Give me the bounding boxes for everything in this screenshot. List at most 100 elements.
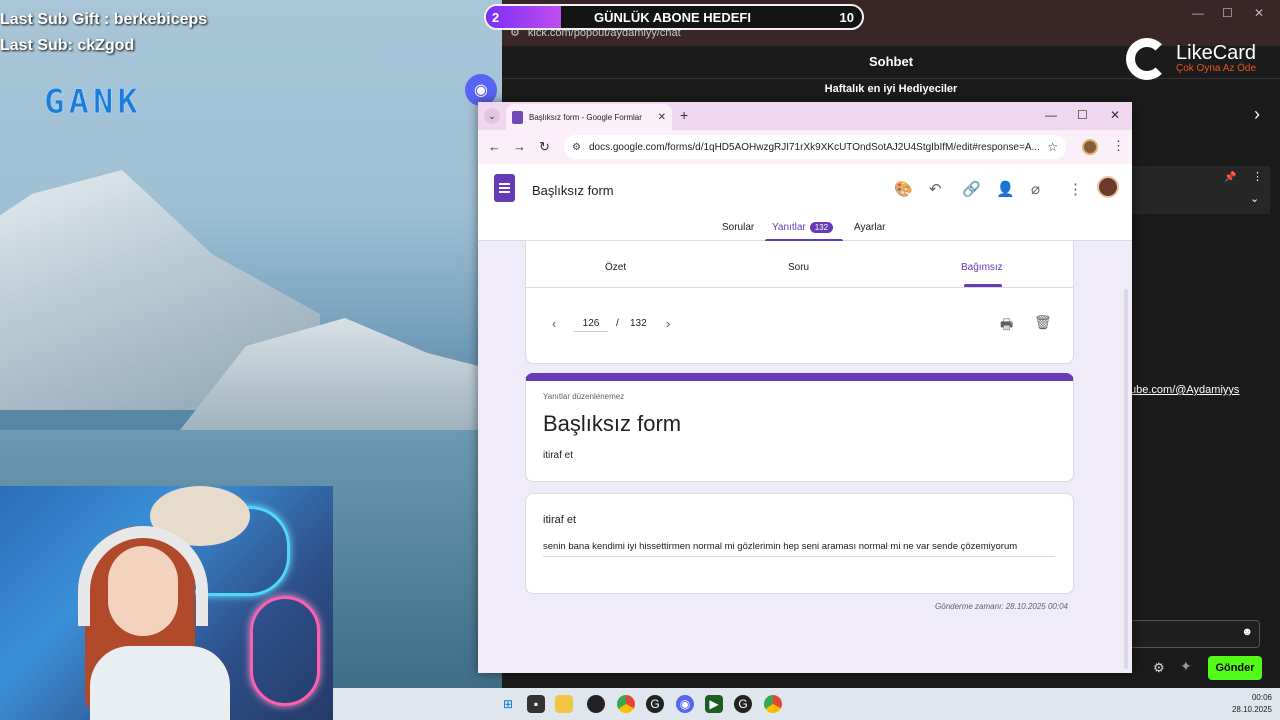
more-icon[interactable]: ⋮ — [1068, 180, 1083, 198]
tab-settings[interactable]: Ayarlar — [854, 222, 886, 233]
form-title-card: Yanıtlar düzenlenemez Başlıksız form iti… — [525, 373, 1074, 482]
taskbar: ⊞ ▪ G ◉ ▶ G 00:06 28.10.2025 — [333, 688, 1280, 720]
more-icon[interactable]: ⋮ — [1252, 170, 1263, 183]
tab-summary[interactable]: Özet — [605, 262, 626, 273]
site-info-icon[interactable]: ⚙ — [572, 142, 581, 153]
question-title: itiraf et — [543, 514, 577, 526]
print-icon[interactable]: 🖶 — [1000, 314, 1013, 338]
close-icon[interactable]: ✕ — [1110, 108, 1120, 122]
scrollbar[interactable] — [1124, 289, 1128, 669]
clock-time: 00:06 — [1251, 693, 1272, 702]
app-g-icon[interactable]: G — [646, 695, 664, 713]
no-edit-note: Yanıtlar düzenlenemez — [543, 392, 625, 401]
new-tab-icon[interactable]: + — [680, 107, 688, 123]
tab-responses[interactable]: Yanıtlar 132 — [772, 222, 834, 234]
subscriber-goal-banner: 2 GÜNLÜK ABONE HEDEFI 10 — [484, 4, 864, 30]
publish-icon[interactable]: ⌀ — [1031, 180, 1040, 198]
form-name[interactable]: Başlıksız form — [532, 183, 614, 198]
reload-icon[interactable]: ↻ — [539, 139, 550, 155]
weekly-gifters-title: Haftalık en iyi Hediyeciler — [824, 83, 958, 95]
likecard-tagline: Çok Oyna Az Öde — [1176, 63, 1257, 74]
close-icon[interactable]: ✕ — [658, 112, 666, 123]
url-bar[interactable]: ⚙ docs.google.com/forms/d/1qHD5AOHwzgRJI… — [564, 135, 1066, 159]
response-total: 132 — [630, 318, 647, 329]
maximize-icon[interactable]: ☐ — [1077, 108, 1088, 122]
webcam-feed — [0, 486, 333, 720]
tab-title: Başlıksız form - Google Formlar — [529, 112, 642, 122]
back-icon[interactable]: ← — [488, 139, 501, 154]
avatar[interactable] — [1097, 176, 1119, 198]
obs-icon[interactable] — [587, 695, 605, 713]
chevron-down-icon[interactable]: ⌄ — [1250, 192, 1259, 205]
address-toolbar: ← → ↻ ⚙ docs.google.com/forms/d/1qHD5AOH… — [478, 130, 1132, 164]
tab-individual[interactable]: Bağımsız — [961, 262, 1003, 273]
answer-text: senin bana kendimi iyi hissettirmen norm… — [543, 540, 1055, 557]
more-icon[interactable]: ⋮ — [1112, 138, 1125, 154]
neon-light — [250, 596, 320, 706]
tab-questions[interactable]: Sorular — [722, 222, 754, 233]
google-forms-favicon-icon — [512, 110, 523, 124]
chevron-right-icon[interactable]: › — [666, 316, 670, 331]
app-g-icon[interactable]: G — [734, 695, 752, 713]
url-text: docs.google.com/forms/d/1qHD5AOHwzgRJI71… — [588, 141, 1040, 153]
browser-window: ⌄ Başlıksız form - Google Formlar ✕ + — … — [478, 102, 1132, 673]
forms-header: Başlıksız form 🎨 ↶ 🔗 👤 ⌀ ⋮ Sorular Yanıt… — [478, 164, 1132, 242]
link-icon[interactable]: 🔗 — [962, 180, 981, 198]
system-clock[interactable]: 00:06 28.10.2025 — [1232, 692, 1272, 716]
minimize-icon[interactable]: — — [1192, 6, 1204, 20]
maximize-icon[interactable]: ☐ — [1222, 6, 1233, 20]
responses-count-badge: 132 — [809, 222, 834, 233]
chevron-right-icon[interactable]: › — [1254, 104, 1260, 125]
discord-icon[interactable]: ◉ — [676, 695, 694, 713]
add-collaborator-icon[interactable]: 👤 — [996, 180, 1015, 198]
windows-start-icon[interactable]: ⊞ — [499, 695, 517, 713]
streamer-body — [90, 646, 230, 720]
minimize-icon[interactable]: — — [1045, 108, 1057, 122]
answer-card: itiraf et senin bana kendimi iyi hissett… — [525, 493, 1074, 594]
tab-responses-label: Yanıtlar — [772, 222, 806, 234]
pager-separator: / — [616, 318, 619, 329]
likecard-name: LikeCard — [1176, 42, 1257, 64]
last-sub-gift-text: Last Sub Gift : berkebiceps — [0, 11, 208, 28]
app-icon[interactable]: ▶ — [705, 695, 723, 713]
form-tabs: Sorular Yanıtlar 132 Ayarlar — [478, 222, 1132, 242]
response-pager: ‹ 126 / 132 › 🖶 🗑 — [525, 288, 1074, 364]
form-description: itiraf et — [543, 450, 574, 461]
folder-icon[interactable] — [555, 695, 573, 713]
close-icon[interactable]: ✕ — [1254, 6, 1264, 20]
pinned-message: 📌 ⋮ ⌄ — [1130, 166, 1270, 214]
chrome-icon[interactable] — [617, 695, 635, 713]
clock-date: 28.10.2025 — [1231, 705, 1272, 714]
emoji-icon[interactable]: ☻ — [1241, 626, 1253, 638]
chrome-icon[interactable] — [764, 695, 782, 713]
chevron-left-icon[interactable]: ‹ — [552, 316, 556, 331]
likecard-c-icon — [1126, 38, 1168, 80]
tab-search-icon[interactable]: ⌄ — [484, 108, 500, 124]
goal-target: 10 — [839, 9, 854, 25]
goal-current: 2 — [492, 9, 500, 25]
response-index-input[interactable]: 126 — [574, 318, 608, 332]
page-title: Başlıksız form — [543, 411, 682, 436]
star-icon[interactable]: ☆ — [1047, 140, 1066, 154]
gear-icon[interactable]: ⚙ — [1153, 660, 1165, 676]
browser-tab-forms[interactable]: Başlıksız form - Google Formlar ✕ — [506, 104, 672, 130]
tab-question[interactable]: Soru — [788, 262, 809, 273]
forward-icon[interactable]: → — [513, 139, 526, 154]
profile-avatar[interactable] — [1082, 139, 1098, 155]
likecard-logo: LikeCard Çok Oyna Az Öde — [1126, 38, 1280, 82]
youtube-link[interactable]: ube.com/@Aydamiyys — [1130, 384, 1239, 396]
chat-message-input[interactable]: ☻ — [1130, 620, 1260, 648]
responses-content: Özet Soru Bağımsız ‹ 126 / 132 › 🖶 🗑 Yan… — [478, 241, 1132, 673]
send-button[interactable]: Gönder — [1208, 656, 1262, 680]
response-view-tabs: Özet Soru Bağımsız — [525, 241, 1074, 288]
google-forms-logo-icon[interactable] — [494, 174, 515, 202]
terminal-icon[interactable]: ▪ — [527, 695, 545, 713]
last-sub-text: Last Sub: ckZgod — [0, 37, 135, 54]
palette-icon[interactable]: 🎨 — [894, 180, 913, 198]
gank-logo: GANK — [44, 82, 142, 123]
pin-icon[interactable]: 📌 — [1224, 172, 1236, 183]
delete-icon[interactable]: 🗑 — [1034, 314, 1052, 331]
undo-icon[interactable]: ↶ — [929, 180, 942, 198]
rewards-icon[interactable]: ✦ — [1180, 658, 1192, 675]
active-tab-indicator — [964, 284, 1002, 287]
